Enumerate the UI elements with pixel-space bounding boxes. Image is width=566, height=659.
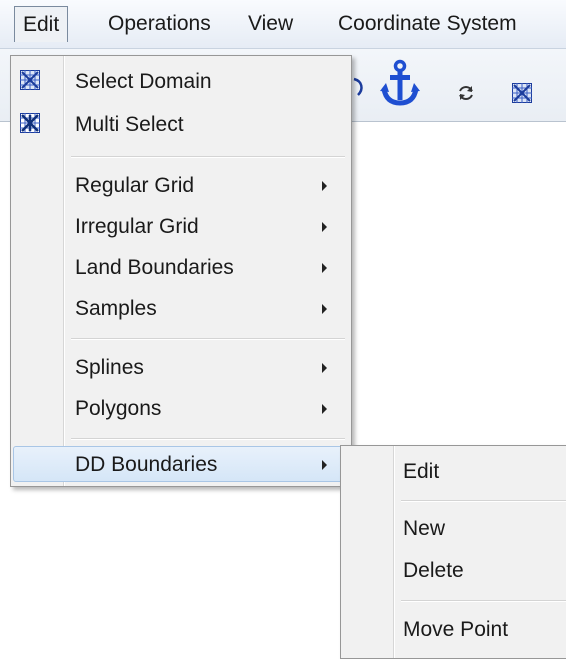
menu-item-label: Delete bbox=[403, 559, 464, 582]
menu-separator bbox=[71, 156, 345, 158]
grid-pattern-icon bbox=[20, 70, 40, 90]
menu-item-regular-grid[interactable]: Regular Grid bbox=[13, 168, 349, 204]
menu-item-samples[interactable]: Samples bbox=[13, 291, 349, 327]
submenu-arrow-icon bbox=[322, 181, 327, 191]
menu-bar: Edit Operations View Coordinate System bbox=[0, 0, 566, 49]
menu-item-select-domain[interactable]: Select Domain bbox=[13, 64, 349, 100]
menu-item-dd-boundaries[interactable]: DD Boundaries bbox=[13, 446, 349, 482]
rotate-icon[interactable] bbox=[456, 83, 476, 103]
menu-item-label: Select Domain bbox=[75, 70, 212, 93]
menu-item-irregular-grid[interactable]: Irregular Grid bbox=[13, 209, 349, 245]
grid-pattern-icon[interactable] bbox=[512, 83, 532, 103]
menu-item-delete[interactable]: Delete bbox=[343, 553, 566, 589]
menu-separator bbox=[401, 600, 566, 602]
menu-item-land-boundaries[interactable]: Land Boundaries bbox=[13, 250, 349, 286]
menu-item-label: Samples bbox=[75, 297, 157, 320]
menu-item-label: Edit bbox=[403, 460, 440, 483]
menu-item-label: Move Point bbox=[403, 618, 509, 641]
menu-item-polygons[interactable]: Polygons bbox=[13, 391, 349, 427]
menu-edit[interactable]: Edit bbox=[14, 6, 69, 42]
menu-separator bbox=[401, 500, 566, 502]
submenu-arrow-icon bbox=[322, 404, 327, 414]
anchor-icon[interactable] bbox=[380, 59, 420, 111]
menu-item-splines[interactable]: Splines bbox=[13, 350, 349, 386]
menu-item-label: Irregular Grid bbox=[75, 215, 199, 238]
menu-operations[interactable]: Operations bbox=[100, 6, 219, 42]
submenu-arrow-icon bbox=[322, 304, 327, 314]
menu-item-label: Polygons bbox=[75, 397, 162, 420]
menu-item-multi-select[interactable]: Multi Select bbox=[13, 107, 349, 143]
menu-view[interactable]: View bbox=[240, 6, 301, 42]
submenu-arrow-icon bbox=[322, 363, 327, 373]
menu-item-new[interactable]: New bbox=[343, 511, 566, 547]
submenu-arrow-icon bbox=[322, 263, 327, 273]
multi-grid-pattern-icon bbox=[20, 113, 40, 133]
menu-item-label: DD Boundaries bbox=[75, 453, 218, 476]
menu-coordinate-system[interactable]: Coordinate System bbox=[330, 6, 525, 42]
menu-item-label: Multi Select bbox=[75, 113, 184, 136]
menu-separator bbox=[71, 438, 345, 440]
menu-item-label: Regular Grid bbox=[75, 174, 195, 197]
submenu-arrow-icon bbox=[322, 460, 327, 470]
menu-item-edit[interactable]: Edit bbox=[343, 454, 566, 490]
refresh-icon[interactable] bbox=[352, 75, 366, 99]
menu-item-label: Land Boundaries bbox=[75, 256, 234, 279]
dd-boundaries-submenu: Edit New Delete Move Point bbox=[340, 445, 566, 659]
menu-item-label: New bbox=[403, 517, 446, 540]
menu-separator bbox=[71, 338, 345, 340]
submenu-arrow-icon bbox=[322, 222, 327, 232]
menu-item-label: Splines bbox=[75, 356, 144, 379]
edit-menu: Select Domain Multi Select Regular Grid … bbox=[10, 55, 352, 487]
menu-item-move-point[interactable]: Move Point bbox=[343, 612, 566, 648]
